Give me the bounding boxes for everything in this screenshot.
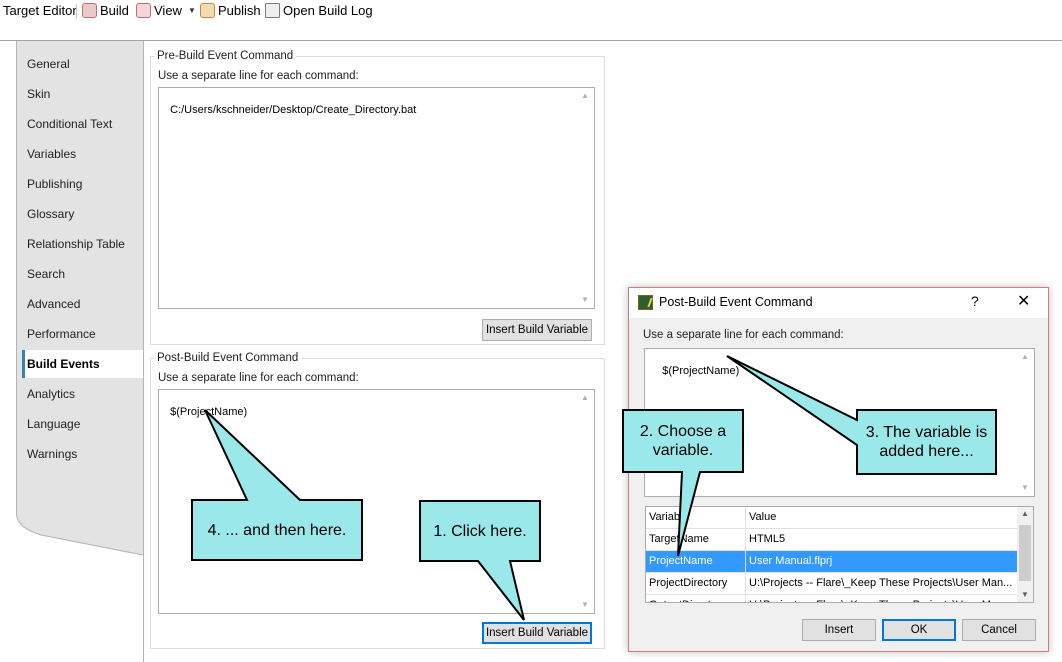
value-cell: User Manual.flprj — [749, 555, 833, 567]
callout-2-text: 2. Choose a variable. — [625, 412, 741, 470]
dialog-titlebar[interactable]: Post-Build Event Command ? ✕ — [629, 288, 1048, 318]
callout-3-line2: added here... — [879, 443, 974, 460]
value-cell: U:\Projects -- Flare\_Keep These Project… — [749, 577, 1013, 589]
post-build-hint: Use a separate line for each command: — [158, 372, 359, 384]
pre-build-insert-variable-button[interactable]: Insert Build Variable — [482, 319, 592, 341]
sidebar-item-performance[interactable]: Performance — [27, 324, 96, 344]
table-row[interactable]: OutputDirectory U:\Projects -- Flare\_Ke… — [646, 595, 1018, 602]
sidebar-item-language[interactable]: Language — [27, 414, 80, 434]
sidebar-item-general[interactable]: General — [27, 54, 70, 74]
scroll-down-icon[interactable]: ▼ — [577, 598, 593, 612]
value-column-header[interactable]: Value — [746, 507, 1018, 528]
build-log-icon — [265, 3, 280, 18]
post-build-command-text: $(ProjectName) — [170, 406, 248, 418]
pre-build-legend: Pre-Build Event Command — [157, 50, 294, 62]
sidebar-item-variables[interactable]: Variables — [27, 144, 76, 164]
view-icon — [136, 3, 151, 18]
variable-column-header[interactable]: Variable — [646, 507, 746, 528]
view-label: View — [154, 3, 182, 18]
open-build-log-label: Open Build Log — [283, 3, 373, 18]
insert-button[interactable]: Insert — [802, 619, 876, 641]
variable-cell: TargetName — [646, 529, 746, 550]
sidebar-item-advanced[interactable]: Advanced — [27, 294, 80, 314]
post-build-scrollbar[interactable]: ▲ ▼ — [577, 391, 593, 612]
table-row[interactable]: TargetName HTML5 — [646, 529, 1018, 551]
grid-header: Variable Value — [646, 507, 1018, 529]
callout-3-line1: 3. The variable is — [865, 424, 988, 441]
callout-4-text: 4. ... and then here. — [207, 521, 347, 539]
variable-cell: OutputDirectory — [646, 595, 746, 602]
value-cell: U:\Projects -- Flare\_Keep These Project… — [746, 595, 1018, 602]
callout-3-text: 3. The variable is added here... — [859, 412, 994, 472]
value-cell: HTML5 — [749, 533, 786, 545]
post-build-legend: Post-Build Event Command — [157, 352, 299, 364]
table-row[interactable]: ProjectDirectory U:\Projects -- Flare\_K… — [646, 573, 1018, 595]
publish-button[interactable]: Publish — [200, 2, 261, 20]
scroll-down-icon[interactable]: ▼ — [577, 293, 593, 307]
open-build-log-button[interactable]: Open Build Log — [265, 2, 373, 20]
build-label: Build — [100, 3, 129, 18]
scroll-up-icon[interactable]: ▲ — [577, 89, 593, 103]
variable-cell: ProjectDirectory — [646, 573, 746, 594]
pre-build-hint: Use a separate line for each command: — [158, 70, 359, 82]
table-row-selected[interactable]: ProjectName User Manual.flprj — [646, 551, 1018, 573]
build-button[interactable]: Build — [82, 2, 129, 20]
close-icon[interactable]: ✕ — [1017, 291, 1030, 311]
variable-cell: ProjectName — [646, 551, 746, 572]
scroll-up-icon[interactable]: ▲ — [577, 391, 593, 405]
scroll-down-icon[interactable]: ▼ — [1017, 588, 1033, 602]
toolbar: Target Editor Build View ▼ Publish Open … — [0, 0, 1062, 24]
sidebar-curve — [16, 480, 143, 662]
callout-2-line2: variable. — [652, 442, 714, 459]
sidebar-item-warnings[interactable]: Warnings — [27, 444, 77, 464]
cancel-button[interactable]: Cancel — [962, 619, 1036, 641]
sidebar-item-skin[interactable]: Skin — [27, 84, 50, 104]
target-editor-tab[interactable]: Target Editor — [3, 2, 77, 20]
sidebar-item-publishing[interactable]: Publishing — [27, 174, 82, 194]
sidebar-item-glossary[interactable]: Glossary — [27, 204, 74, 224]
pre-build-scrollbar[interactable]: ▲ ▼ — [577, 89, 593, 307]
pre-build-command-input[interactable]: C:/Users/kschneider/Desktop/Create_Direc… — [158, 87, 595, 309]
sidebar-item-search[interactable]: Search — [27, 264, 65, 284]
sidebar-item-conditional-text[interactable]: Conditional Text — [27, 114, 112, 134]
dialog-hint: Use a separate line for each command: — [643, 329, 844, 341]
dialog-title: Post-Build Event Command — [659, 295, 813, 309]
view-button[interactable]: View — [136, 2, 182, 20]
dialog-command-text: $(ProjectName) — [662, 365, 740, 377]
callout-2-line1: 2. Choose a — [639, 423, 727, 440]
publish-label: Publish — [218, 3, 261, 18]
ok-button[interactable]: OK — [882, 619, 956, 641]
scroll-up-icon[interactable]: ▲ — [1017, 350, 1033, 364]
sidebar-item-relationship-table[interactable]: Relationship Table — [27, 234, 125, 254]
scroll-up-icon[interactable]: ▲ — [1017, 507, 1033, 521]
sidebar-item-build-events[interactable]: Build Events — [27, 354, 100, 374]
grid-scrollbar[interactable]: ▲ ▼ — [1017, 507, 1033, 602]
flare-app-icon — [638, 295, 653, 310]
publish-icon — [200, 3, 215, 18]
pre-build-command-text: C:/Users/kschneider/Desktop/Create_Direc… — [170, 104, 417, 116]
view-dropdown-arrow-icon[interactable]: ▼ — [188, 2, 196, 20]
dialog-command-scrollbar[interactable]: ▲ ▼ — [1017, 350, 1033, 495]
help-icon[interactable]: ? — [971, 293, 979, 309]
variables-grid[interactable]: Variable Value TargetName HTML5 ProjectN… — [645, 506, 1034, 603]
scroll-thumb[interactable] — [1019, 525, 1031, 581]
callout-1-text: 1. Click here. — [433, 522, 527, 540]
post-build-insert-variable-button[interactable]: Insert Build Variable — [482, 622, 592, 644]
toolbar-separator — [76, 4, 77, 18]
sidebar-item-analytics[interactable]: Analytics — [27, 384, 75, 404]
build-icon — [82, 3, 97, 18]
scroll-down-icon[interactable]: ▼ — [1017, 481, 1033, 495]
